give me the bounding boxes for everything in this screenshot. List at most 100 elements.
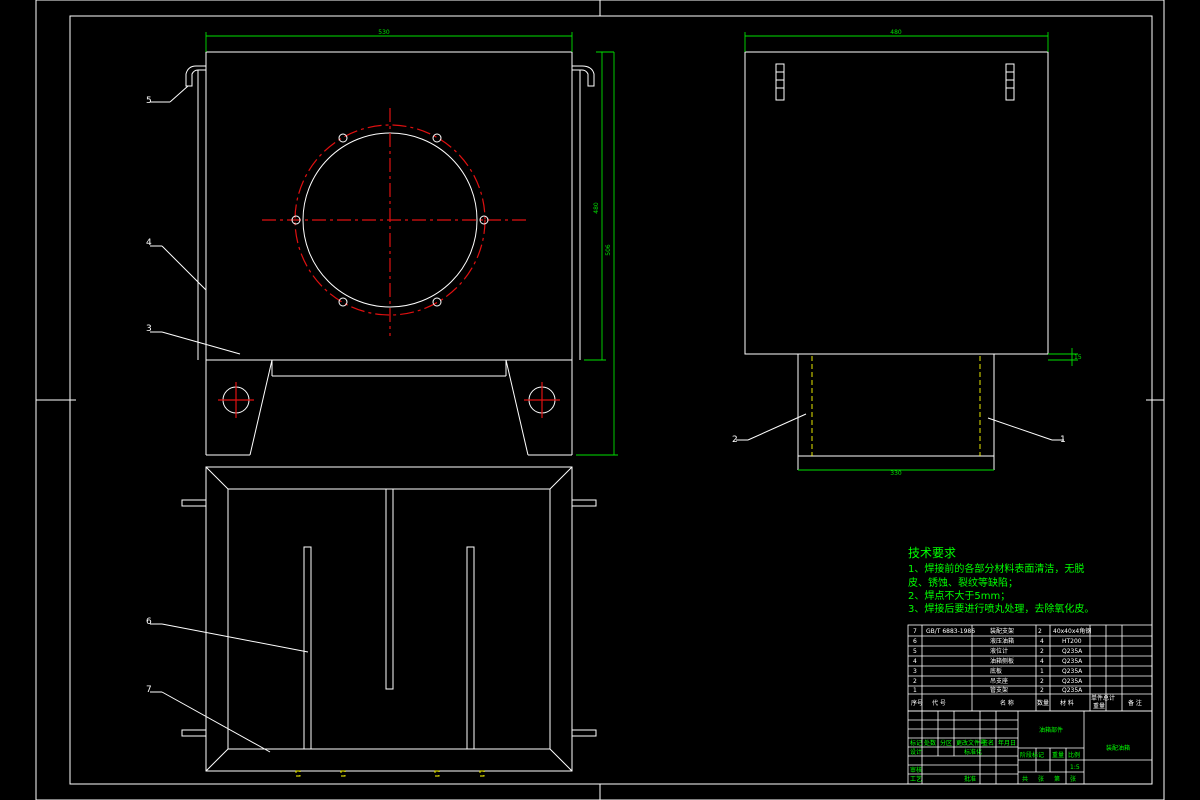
svg-text:GB/T 6883-1986: GB/T 6883-1986 <box>926 628 975 635</box>
table-row: 7 GB/T 6883-1986 装配支架 2 40x40x4角钢 <box>913 627 1091 635</box>
svg-text:年月日: 年月日 <box>998 739 1016 747</box>
svg-text:吊支座: 吊支座 <box>990 677 1008 685</box>
svg-text:张: 张 <box>1038 775 1044 783</box>
svg-text:2: 2 <box>1040 648 1044 655</box>
svg-text:张: 张 <box>1070 775 1076 783</box>
title-block-labels: 标记 处数 分区 更改文件号 签名 年月日 设计 标准化 阶段标记 重量 比例 … <box>910 739 1080 783</box>
side-view: 480 330 15 2 1 <box>732 29 1082 477</box>
svg-text:比例: 比例 <box>1068 751 1080 759</box>
svg-text:2: 2 <box>1038 628 1042 635</box>
baffle-left <box>303 546 312 750</box>
svg-text:代 号: 代 号 <box>932 699 946 707</box>
tech-title: 技术要求 <box>908 546 956 560</box>
tech-line-4: 3、焊接后要进行喷丸处理，去除氧化皮。 <box>908 602 1094 615</box>
svg-text:4: 4 <box>1040 658 1044 665</box>
scale-value: 1:5 <box>1070 764 1080 771</box>
svg-text:签名: 签名 <box>982 739 994 747</box>
svg-text:4: 4 <box>913 658 917 665</box>
bom-table: 7 GB/T 6883-1986 装配支架 2 40x40x4角钢 6 液压油箱… <box>907 624 1153 712</box>
table-row: 6 液压油箱 4 HT200 <box>913 637 1082 645</box>
svg-text:1: 1 <box>913 687 917 694</box>
svg-text:油箱侧板: 油箱侧板 <box>990 657 1014 665</box>
svg-text:分区: 分区 <box>940 739 952 747</box>
callout-1: 1 <box>1060 435 1066 445</box>
svg-text:40x40x4角钢: 40x40x4角钢 <box>1053 627 1091 635</box>
top-outer <box>205 466 573 772</box>
company-name: 装配油箱 <box>1106 744 1130 752</box>
svg-text:设计: 设计 <box>910 748 922 756</box>
front-dimensions: 530 480 506 <box>205 29 618 456</box>
svg-text:4: 4 <box>1040 638 1044 645</box>
svg-text:序号: 序号 <box>911 699 923 707</box>
side-callouts: 2 1 <box>732 413 1066 445</box>
svg-text:重量: 重量 <box>1093 702 1105 710</box>
table-row: 4 油箱侧板 4 Q235A <box>913 657 1083 665</box>
cad-drawing: 530 480 506 5 4 3 480 330 15 2 1 6 7 技术要… <box>35 0 1165 800</box>
table-row: 3 底板 1 Q235A <box>913 667 1083 675</box>
baffle-right <box>466 546 475 750</box>
front-outer-height-dim: 506 <box>605 244 612 256</box>
callout-4: 4 <box>146 238 152 248</box>
svg-text:7: 7 <box>913 628 917 635</box>
svg-text:重量: 重量 <box>1052 751 1064 759</box>
svg-text:底板: 底板 <box>990 667 1002 675</box>
svg-text:液压油箱: 液压油箱 <box>990 637 1014 645</box>
front-view: 530 480 506 5 4 3 <box>146 29 618 456</box>
technical-requirements: 技术要求 1、焊接前的各部分材料表面清洁，无脱 皮、锈蚀、裂纹等缺陷； 2、焊点… <box>908 546 1094 615</box>
bom-header: 序号 代 号 名 称 数量 材 料 单件总计 重量 备 注 <box>911 694 1142 710</box>
svg-text:装配支架: 装配支架 <box>990 627 1014 635</box>
svg-text:3: 3 <box>913 668 917 675</box>
svg-text:审核: 审核 <box>910 766 922 774</box>
svg-text:工艺: 工艺 <box>910 775 922 783</box>
svg-text:共: 共 <box>1022 775 1028 783</box>
side-small-dim: 15 <box>1074 354 1082 361</box>
svg-text:6: 6 <box>913 638 917 645</box>
svg-text:标记: 标记 <box>910 739 922 747</box>
title-block: 油箱部件 装配油箱 标记 处数 分区 更改文件号 签名 年月日 设计 标准化 阶… <box>907 710 1153 785</box>
baffle-middle <box>385 488 394 690</box>
svg-text:液位计: 液位计 <box>990 647 1008 655</box>
svg-text:Q235A: Q235A <box>1062 678 1083 685</box>
tech-line-1: 1、焊接前的各部分材料表面清洁，无脱 <box>908 562 1084 575</box>
top-callouts: 6 7 <box>146 617 309 753</box>
side-base <box>797 353 995 457</box>
svg-text:2: 2 <box>1040 687 1044 694</box>
front-body-outline <box>205 51 573 361</box>
svg-text:HT200: HT200 <box>1062 638 1082 645</box>
callout-6: 6 <box>146 617 152 627</box>
top-inner <box>227 488 551 750</box>
bom-rows: 7 GB/T 6883-1986 装配支架 2 40x40x4角钢 6 液压油箱… <box>913 627 1091 694</box>
svg-text:单件总计: 单件总计 <box>1091 694 1115 702</box>
tech-line-2: 皮、锈蚀、裂纹等缺陷； <box>908 576 1018 589</box>
side-dimensions: 480 330 15 <box>744 29 1082 477</box>
svg-text:Q235A: Q235A <box>1062 658 1083 665</box>
svg-text:2: 2 <box>1040 678 1044 685</box>
callout-3: 3 <box>146 324 152 334</box>
svg-text:Q235A: Q235A <box>1062 687 1083 694</box>
table-row: 2 吊支座 2 Q235A <box>913 677 1083 685</box>
table-row: 1 管支架 2 Q235A <box>913 686 1083 694</box>
svg-text:备 注: 备 注 <box>1128 699 1142 707</box>
top-view: 6 7 <box>146 466 597 777</box>
side-width-dim: 480 <box>890 29 902 36</box>
svg-text:批准: 批准 <box>964 775 976 783</box>
svg-text:Q235A: Q235A <box>1062 648 1083 655</box>
callout-5: 5 <box>146 96 152 106</box>
svg-text:2: 2 <box>913 678 917 685</box>
table-row: 5 液位计 2 Q235A <box>913 647 1083 655</box>
svg-text:Q235A: Q235A <box>1062 668 1083 675</box>
side-base-width-dim: 330 <box>890 470 902 477</box>
front-width-dim: 530 <box>378 29 390 36</box>
svg-text:标准化: 标准化 <box>964 748 982 756</box>
svg-text:处数: 处数 <box>924 739 936 747</box>
svg-text:数量: 数量 <box>1037 699 1049 707</box>
callout-2: 2 <box>732 435 738 445</box>
front-inner-height-dim: 480 <box>593 202 600 214</box>
callout-7: 7 <box>146 685 152 695</box>
side-body-outline <box>744 51 1049 355</box>
svg-text:阶段标记: 阶段标记 <box>1020 751 1044 759</box>
svg-text:材 料: 材 料 <box>1060 699 1074 707</box>
svg-text:名 称: 名 称 <box>1000 699 1014 707</box>
front-callouts: 5 4 3 <box>146 85 241 355</box>
svg-text:5: 5 <box>913 648 917 655</box>
